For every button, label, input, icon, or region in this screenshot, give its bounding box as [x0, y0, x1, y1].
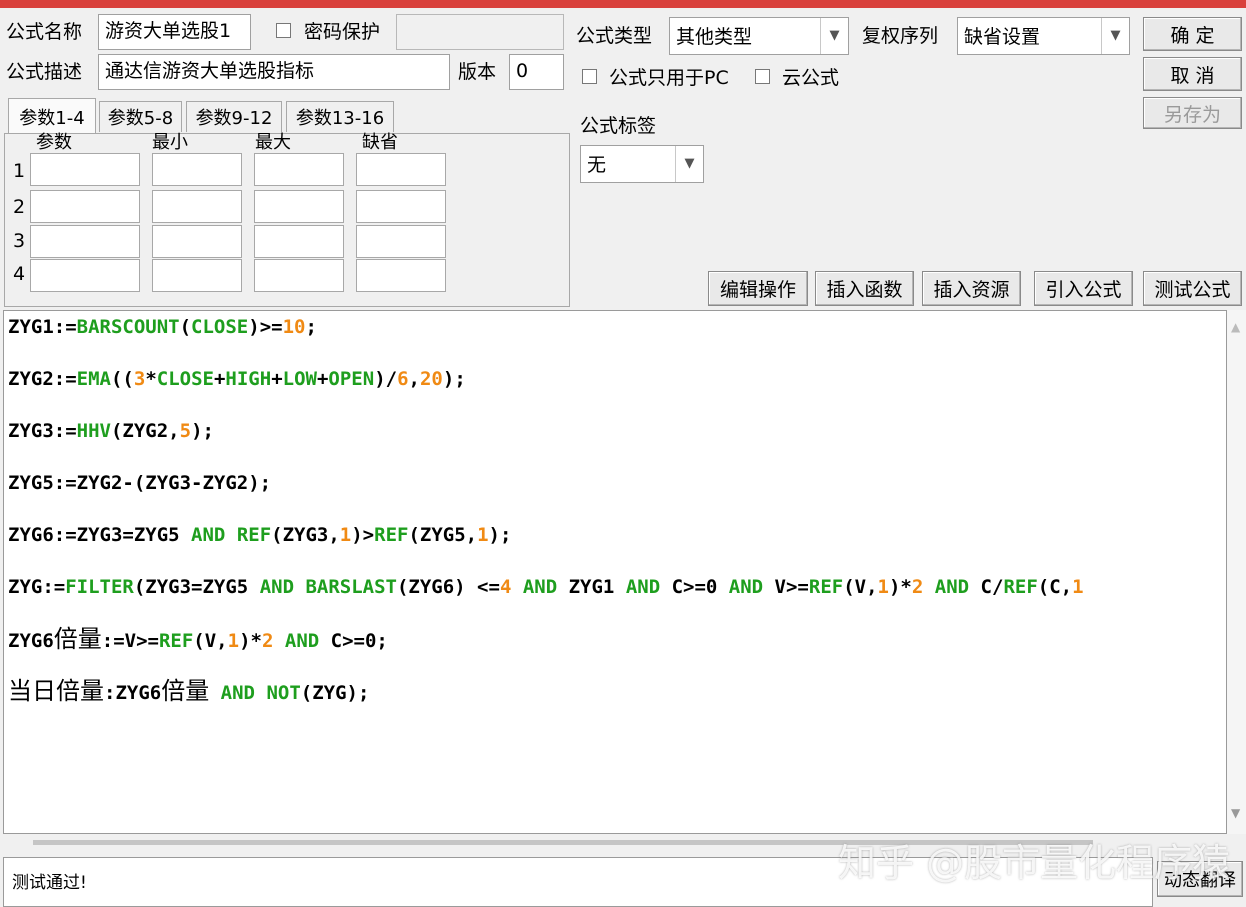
param-min-input[interactable] [152, 225, 242, 258]
param-name-input[interactable] [30, 153, 140, 186]
code-line: ZYG6倍量:=V>=REF(V,1)*2 AND C>=0; [8, 625, 388, 653]
test-formula-button[interactable]: 测试公式 [1143, 271, 1242, 306]
chevron-down-icon[interactable]: ▼ [1231, 806, 1240, 820]
param-row-number: 4 [13, 263, 26, 285]
pc-only-label: 公式只用于PC [609, 67, 729, 89]
param-min-input[interactable] [152, 190, 242, 223]
code-line: 当日倍量:ZYG6倍量 AND NOT(ZYG); [8, 677, 370, 705]
import-formula-button[interactable]: 引入公式 [1034, 271, 1133, 306]
param-min-input[interactable] [152, 153, 242, 186]
formula-tag-value: 无 [587, 154, 607, 176]
pc-only-checkbox[interactable] [582, 69, 597, 84]
param-name-input[interactable] [30, 259, 140, 292]
formula-name-label: 公式名称 [6, 21, 83, 43]
rights-series-value: 缺省设置 [964, 26, 1041, 48]
password-protect-checkbox[interactable] [276, 23, 291, 38]
cancel-button[interactable]: 取 消 [1143, 57, 1242, 91]
edit-operations-button[interactable]: 编辑操作 [708, 271, 808, 306]
formula-type-label: 公式类型 [576, 25, 653, 47]
param-min-input[interactable] [152, 259, 242, 292]
param-name-input[interactable] [30, 225, 140, 258]
code-line: ZYG3:=HHV(ZYG2,5); [8, 420, 214, 442]
password-input[interactable] [396, 14, 564, 50]
formula-desc-input[interactable]: 通达信游资大单选股指标 [98, 54, 450, 90]
formula-tag-select[interactable]: 无 ▼ [580, 145, 704, 183]
code-editor[interactable]: ZYG1:=BARSCOUNT(CLOSE)>=10; ZYG2:=EMA((3… [3, 310, 1227, 834]
param-max-input[interactable] [254, 190, 344, 223]
code-line: ZYG1:=BARSCOUNT(CLOSE)>=10; [8, 316, 317, 338]
chevron-down-icon[interactable]: ▼ [675, 146, 703, 182]
param-row-number: 1 [13, 160, 26, 182]
formula-type-select[interactable]: 其他类型 ▼ [669, 17, 849, 55]
param-default-input[interactable] [356, 153, 446, 186]
save-as-button[interactable]: 另存为 [1143, 97, 1242, 129]
code-line: ZYG:=FILTER(ZYG3=ZYG5 AND BARSLAST(ZYG6)… [8, 576, 1084, 598]
chevron-up-icon[interactable]: ▲ [1231, 320, 1240, 334]
param-row-number: 2 [13, 196, 26, 218]
param-default-input[interactable] [356, 190, 446, 223]
param-default-input[interactable] [356, 225, 446, 258]
formula-tag-label: 公式标签 [580, 115, 657, 137]
param-row-number: 3 [13, 230, 26, 252]
password-protect-label: 密码保护 [304, 21, 381, 43]
ok-button[interactable]: 确 定 [1143, 17, 1242, 51]
watermark-text: 知乎 @股市量化程序猿 [838, 841, 1231, 885]
rights-series-select[interactable]: 缺省设置 ▼ [957, 17, 1130, 55]
chevron-down-icon[interactable]: ▼ [820, 18, 848, 54]
param-name-input[interactable] [30, 190, 140, 223]
rights-series-label: 复权序列 [862, 25, 939, 47]
insert-resource-button[interactable]: 插入资源 [922, 271, 1021, 306]
chevron-down-icon[interactable]: ▼ [1101, 18, 1129, 54]
param-max-input[interactable] [254, 259, 344, 292]
param-max-input[interactable] [254, 153, 344, 186]
code-line: ZYG5:=ZYG2-(ZYG3-ZYG2); [8, 472, 272, 494]
cloud-formula-label: 云公式 [782, 67, 840, 89]
param-max-input[interactable] [254, 225, 344, 258]
window-titlebar [0, 0, 1246, 8]
code-line: ZYG6:=ZYG3=ZYG5 AND REF(ZYG3,1)>REF(ZYG5… [8, 524, 512, 546]
vertical-scrollbar[interactable]: ▲ ▼ [1227, 310, 1246, 834]
formula-desc-label: 公式描述 [6, 61, 83, 83]
version-input[interactable]: 0 [509, 54, 564, 90]
param-default-input[interactable] [356, 259, 446, 292]
version-label: 版本 [458, 61, 497, 83]
cloud-formula-checkbox[interactable] [755, 69, 770, 84]
formula-name-input[interactable]: 游资大单选股1 [98, 14, 251, 50]
code-line: ZYG2:=EMA((3*CLOSE+HIGH+LOW+OPEN)/6,20); [8, 368, 466, 390]
formula-type-value: 其他类型 [676, 26, 753, 48]
insert-function-button[interactable]: 插入函数 [815, 271, 914, 306]
